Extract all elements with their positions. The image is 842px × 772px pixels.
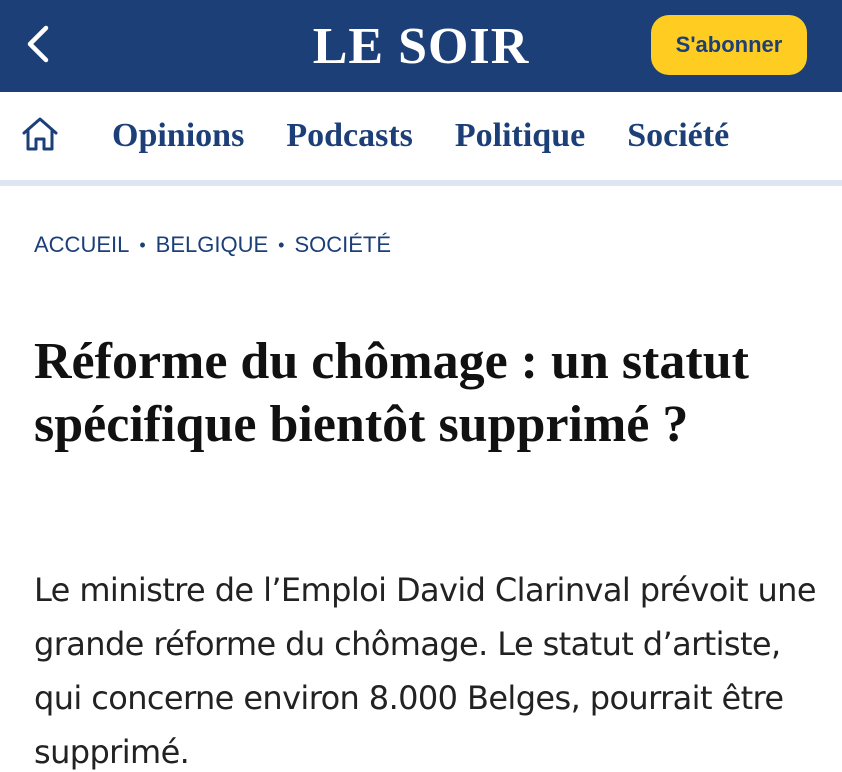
nav-item-societe[interactable]: Société	[627, 117, 729, 155]
nav-items: Opinions Podcasts Politique Société	[112, 92, 771, 180]
nav-item-podcasts[interactable]: Podcasts	[286, 117, 413, 155]
article-lead: Le ministre de l’Emploi David Clarinval …	[34, 571, 817, 771]
nav-home-button[interactable]	[20, 114, 60, 154]
nav-fade	[834, 92, 842, 180]
home-icon	[22, 117, 58, 151]
nav-item-politique[interactable]: Politique	[455, 117, 585, 155]
subscribe-button[interactable]: S'abonner	[651, 15, 807, 75]
breadcrumb-item-accueil[interactable]: ACCUEIL	[34, 232, 129, 258]
nav-divider	[0, 180, 842, 186]
section-nav: Opinions Podcasts Politique Société	[0, 92, 842, 180]
breadcrumb-separator: •	[278, 234, 285, 255]
nav-item-opinions[interactable]: Opinions	[112, 117, 244, 155]
breadcrumb: ACCUEIL • BELGIQUE • SOCIÉTÉ	[34, 232, 391, 258]
back-button[interactable]	[18, 22, 62, 66]
top-header-bar: LE SOIR S'abonner	[0, 0, 842, 92]
breadcrumb-separator: •	[139, 234, 146, 255]
article-headline: Réforme du chômage : un statut spécifiqu…	[34, 333, 749, 453]
chevron-left-icon	[27, 25, 49, 63]
breadcrumb-item-societe[interactable]: SOCIÉTÉ	[294, 232, 391, 258]
breadcrumb-item-belgique[interactable]: BELGIQUE	[156, 232, 268, 258]
